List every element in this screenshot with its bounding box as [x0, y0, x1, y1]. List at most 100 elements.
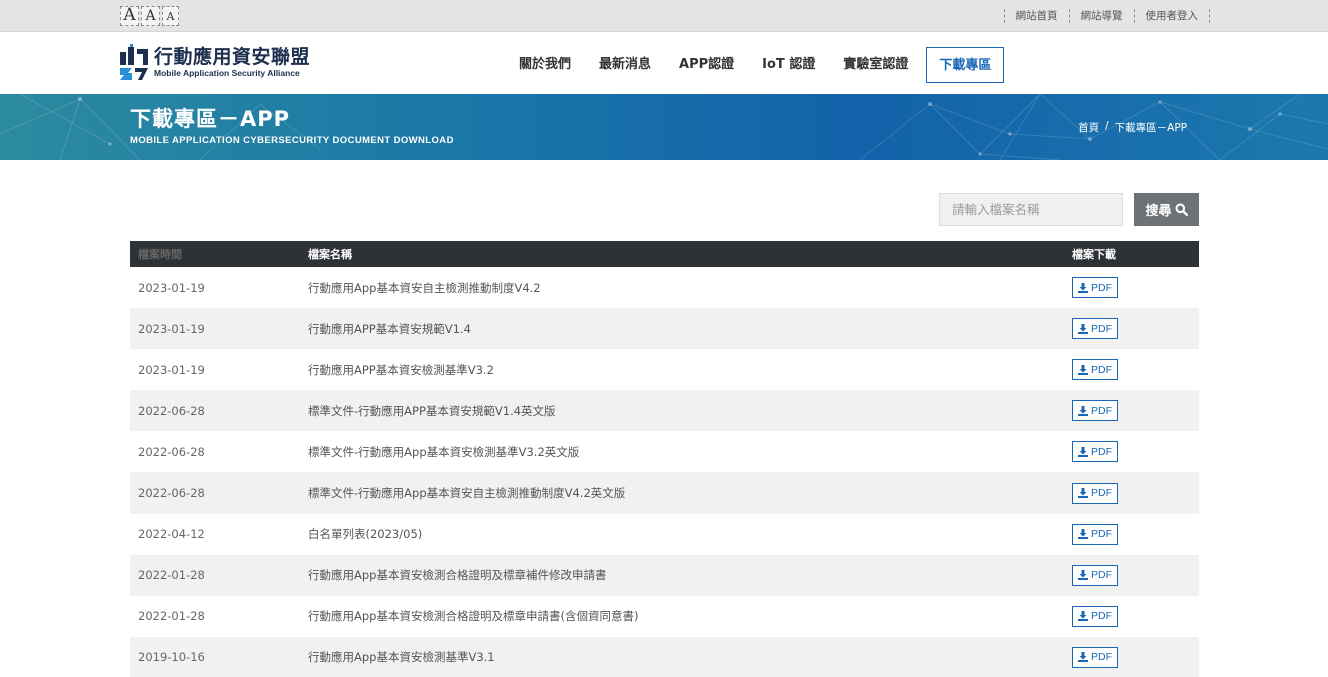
- pdf-download-button[interactable]: PDF: [1072, 605, 1118, 627]
- pdf-label: PDF: [1091, 404, 1112, 417]
- file-date: 2022-06-28: [138, 444, 205, 459]
- table-row: 2019-10-16 行動應用App基本資安檢測基準V3.1 PDF: [130, 636, 1199, 677]
- file-name: 行動應用APP基本資安規範V1.4: [308, 321, 471, 336]
- file-download-cell: PDF: [1064, 482, 1199, 504]
- home-link[interactable]: 網站首頁: [1005, 9, 1069, 23]
- file-date: 2023-01-19: [138, 362, 205, 377]
- table-row: 2023-01-19 行動應用App基本資安自主檢測推動制度V4.2 PDF: [130, 267, 1199, 308]
- breadcrumb-separator: /: [1105, 120, 1109, 132]
- main-nav: 關於我們 最新消息 APP認證 IoT 認證 實驗室認證 下載專區: [505, 47, 1005, 83]
- download-icon: [1078, 364, 1088, 375]
- top-utility-bar: A A A 網站首頁 網站導覽 使用者登入: [0, 0, 1328, 32]
- file-date: 2022-04-12: [138, 527, 205, 542]
- pdf-download-button[interactable]: PDF: [1072, 318, 1118, 340]
- download-icon: [1078, 652, 1088, 663]
- header-date: 檔案時間: [138, 248, 182, 261]
- font-size-medium-button[interactable]: A: [141, 6, 160, 26]
- file-name: 行動應用APP基本資安檢測基準V3.2: [308, 362, 494, 377]
- file-name: 標準文件-行動應用App基本資安檢測基準V3.2英文版: [308, 444, 580, 459]
- nav-iot-cert[interactable]: IoT 認證: [748, 47, 829, 83]
- pdf-label: PDF: [1091, 487, 1112, 500]
- breadcrumb-current: 下載專區－APP: [1114, 122, 1187, 134]
- pdf-download-button[interactable]: PDF: [1072, 646, 1118, 668]
- header-name: 檔案名稱: [308, 248, 352, 261]
- file-date: 2019-10-16: [138, 650, 205, 665]
- download-icon: [1078, 570, 1088, 581]
- nav-news[interactable]: 最新消息: [585, 47, 665, 83]
- table-row: 2022-06-28 標準文件-行動應用APP基本資安規範V1.4英文版 PDF: [130, 390, 1199, 432]
- font-size-switcher: A A A: [120, 6, 179, 26]
- file-name: 標準文件-行動應用APP基本資安規範V1.4英文版: [308, 403, 556, 418]
- page-title: 下載專區－APP: [130, 107, 291, 131]
- file-date: 2023-01-19: [138, 321, 205, 336]
- download-icon: [1078, 405, 1088, 416]
- file-download-cell: PDF: [1064, 318, 1199, 340]
- search-button[interactable]: 搜尋: [1134, 193, 1199, 226]
- file-name: 行動應用App基本資安檢測合格證明及標章申請書(含個資同意書): [308, 609, 639, 624]
- file-name: 白名單列表(2023/05): [308, 527, 423, 542]
- file-download-cell: PDF: [1064, 605, 1199, 627]
- page-subtitle: MOBILE APPLICATION CYBERSECURITY DOCUMEN…: [130, 135, 454, 146]
- file-name: 行動應用App基本資安自主檢測推動制度V4.2: [308, 280, 541, 295]
- pdf-download-button[interactable]: PDF: [1072, 400, 1118, 422]
- pdf-label: PDF: [1091, 363, 1112, 376]
- download-icon: [1078, 323, 1088, 334]
- file-name: 行動應用App基本資安檢測合格證明及標章補件修改申請書: [308, 568, 607, 583]
- nav-download[interactable]: 下載專區: [926, 47, 1005, 83]
- pdf-label: PDF: [1091, 528, 1112, 541]
- pdf-label: PDF: [1091, 445, 1112, 458]
- pdf-download-button[interactable]: PDF: [1072, 359, 1118, 381]
- logo-subtitle: Mobile Application Security Alliance: [154, 68, 300, 78]
- file-download-cell: PDF: [1064, 277, 1199, 299]
- table-row: 2022-04-12 白名單列表(2023/05) PDF: [130, 514, 1199, 555]
- table-row: 2022-06-28 標準文件-行動應用App基本資安檢測基準V3.2英文版 PDF: [130, 431, 1199, 472]
- table-row: 2022-01-28 行動應用App基本資安檢測合格證明及標章申請書(含個資同意書…: [130, 596, 1199, 637]
- search-input[interactable]: [939, 193, 1123, 226]
- download-table: 檔案時間 檔案名稱 檔案下載 2023-01-19 行動應用App基本資安自主檢測…: [130, 241, 1199, 677]
- file-name: 行動應用App基本資安檢測基準V3.1: [308, 650, 495, 665]
- table-row: 2023-01-19 行動應用APP基本資安檢測基準V3.2 PDF: [130, 349, 1199, 390]
- font-size-small-button[interactable]: A: [162, 6, 179, 26]
- logo-title: 行動應用資安聯盟: [154, 46, 311, 68]
- table-body: 2023-01-19 行動應用App基本資安自主檢測推動制度V4.2 PDF 2023…: [130, 267, 1199, 677]
- table-row: 2022-06-28 標準文件-行動應用App基本資安自主檢測推動制度V4.2英文…: [130, 472, 1199, 514]
- download-icon: [1078, 611, 1088, 622]
- logo-mark-icon: [120, 44, 148, 80]
- pdf-label: PDF: [1091, 569, 1112, 582]
- breadcrumb-home[interactable]: 首頁: [1078, 120, 1099, 135]
- breadcrumb: 首頁 / 下載專區－APP: [1078, 120, 1187, 135]
- site-header: 行動應用資安聯盟 Mobile Application Security All…: [0, 32, 1328, 94]
- font-size-large-button[interactable]: A: [120, 6, 139, 26]
- file-date: 2022-01-28: [138, 568, 205, 583]
- table-row: 2022-01-28 行動應用App基本資安檢測合格證明及標章補件修改申請書 PDF: [130, 554, 1199, 596]
- pdf-download-button[interactable]: PDF: [1072, 482, 1118, 504]
- user-login-link[interactable]: 使用者登入: [1135, 9, 1210, 23]
- nav-about[interactable]: 關於我們: [505, 47, 585, 83]
- file-download-cell: PDF: [1064, 564, 1199, 586]
- pdf-label: PDF: [1091, 322, 1112, 335]
- pdf-download-button[interactable]: PDF: [1072, 564, 1118, 586]
- file-download-cell: PDF: [1064, 523, 1199, 545]
- file-date: 2022-06-28: [138, 486, 205, 501]
- pdf-download-button[interactable]: PDF: [1072, 523, 1118, 545]
- pdf-label: PDF: [1091, 281, 1112, 294]
- header-download: 檔案下載: [1072, 248, 1116, 261]
- file-date: 2023-01-19: [138, 280, 205, 295]
- page-banner: 下載專區－APP MOBILE APPLICATION CYBERSECURIT…: [0, 94, 1328, 160]
- pdf-download-button[interactable]: PDF: [1072, 441, 1118, 463]
- file-download-cell: PDF: [1064, 359, 1199, 381]
- table-row: 2023-01-19 行動應用APP基本資安規範V1.4 PDF: [130, 308, 1199, 350]
- nav-app-cert[interactable]: APP認證: [665, 47, 748, 83]
- sitemap-link[interactable]: 網站導覽: [1070, 9, 1134, 23]
- table-header: 檔案時間 檔案名稱 檔案下載: [130, 241, 1199, 267]
- pdf-download-button[interactable]: PDF: [1072, 277, 1118, 299]
- search-icon: [1175, 203, 1188, 216]
- nav-lab-cert[interactable]: 實驗室認證: [829, 47, 922, 83]
- file-download-cell: PDF: [1064, 400, 1199, 422]
- file-name: 標準文件-行動應用App基本資安自主檢測推動制度V4.2英文版: [308, 486, 626, 501]
- pdf-label: PDF: [1091, 651, 1112, 664]
- download-icon: [1078, 282, 1088, 293]
- site-logo[interactable]: 行動應用資安聯盟 Mobile Application Security All…: [118, 43, 310, 81]
- download-icon: [1078, 488, 1088, 499]
- search-button-label: 搜尋: [1145, 204, 1172, 219]
